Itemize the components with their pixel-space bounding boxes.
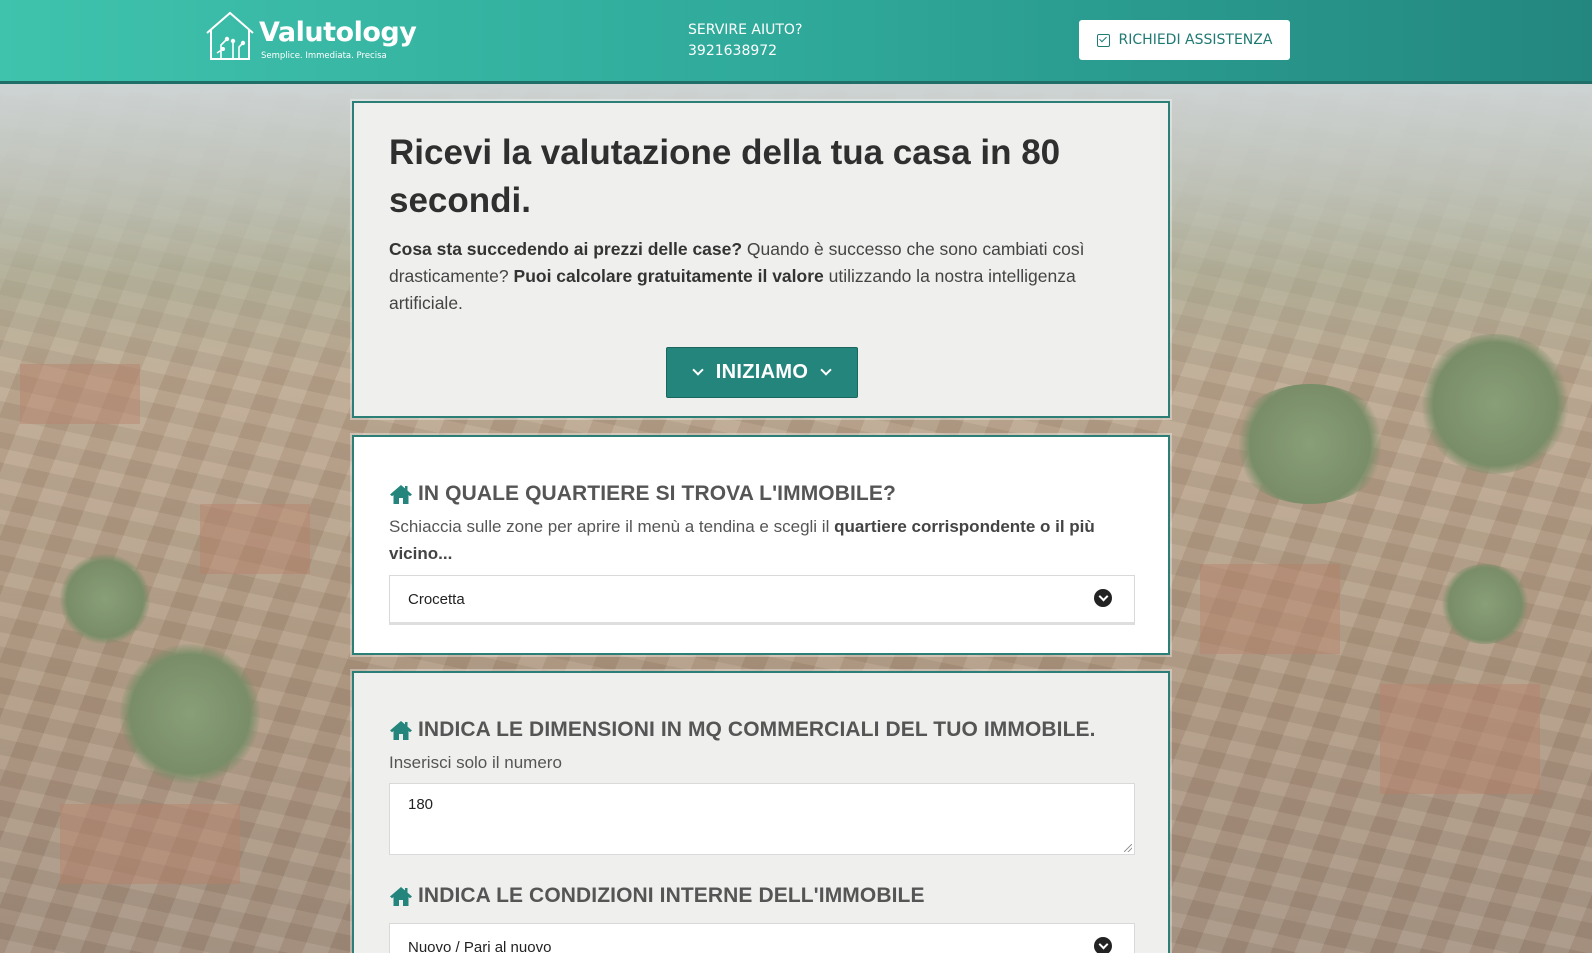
condition-selected-value: Nuovo / Pari al nuovo [408,938,552,953]
size-question: INDICA LE DIMENSIONI IN MQ COMMERCIALI D… [389,718,1096,742]
help-phone[interactable]: 3921638972 [688,41,802,62]
chevron-circle-down-icon [1094,937,1112,953]
home-icon [390,484,412,504]
house-circuit-icon [206,11,254,60]
size-input[interactable]: 180 [389,783,1135,855]
neighborhood-select[interactable]: Crocetta [389,575,1135,625]
neighborhood-selected-value: Crocetta [408,590,465,608]
logo-name: Valutology [259,17,417,48]
request-assistance-label: RICHIEDI ASSISTENZA [1118,32,1273,48]
condition-question: INDICA LE CONDIZIONI INTERNE DELL'IMMOBI… [389,884,925,908]
details-card: INDICA LE DIMENSIONI IN MQ COMMERCIALI D… [352,671,1170,953]
start-button[interactable]: INIZIAMO [666,347,858,398]
hero-card: Ricevi la valutazione della tua casa in … [352,101,1170,418]
hero-description: Cosa sta succedendo ai prezzi delle case… [389,236,1109,317]
start-button-label: INIZIAMO [715,361,809,383]
logo[interactable]: Valutology Semplice. Immediata. Precisa [203,9,417,63]
resize-handle-icon[interactable] [1124,844,1132,852]
help-block: SERVIRE AIUTO? 3921638972 [688,20,802,62]
page-title: Ricevi la valutazione della tua casa in … [389,133,1061,220]
chevron-circle-down-icon [1094,589,1112,607]
hero-text-bold-2: Puoi calcolare gratuitamente il valore [513,266,824,286]
neighborhood-question: IN QUALE QUARTIERE SI TROVA L'IMMOBILE? [389,482,896,506]
condition-select[interactable]: Nuovo / Pari al nuovo [389,923,1135,953]
neighborhood-title: IN QUALE QUARTIERE SI TROVA L'IMMOBILE? [418,482,896,505]
neighborhood-sub: Schiaccia sulle zone per aprire il menù … [389,517,835,536]
top-header: Valutology Semplice. Immediata. Precisa … [0,0,1592,84]
neighborhood-card: IN QUALE QUARTIERE SI TROVA L'IMMOBILE? … [352,435,1170,655]
size-title: INDICA LE DIMENSIONI IN MQ COMMERCIALI D… [418,718,1096,741]
home-icon [390,886,412,906]
logo-tagline: Semplice. Immediata. Precisa [261,51,387,61]
chevron-down-icon [692,364,704,376]
request-assistance-button[interactable]: RICHIEDI ASSISTENZA [1079,20,1290,60]
size-input-value: 180 [408,796,434,813]
help-label: SERVIRE AIUTO? [688,22,803,38]
condition-title: INDICA LE CONDIZIONI INTERNE DELL'IMMOBI… [418,884,925,907]
check-square-icon [1096,33,1110,47]
home-icon [390,720,412,740]
neighborhood-instructions: Schiaccia sulle zone per aprire il menù … [389,513,1119,567]
size-instructions: Inserisci solo il numero [389,753,562,772]
chevron-down-icon [820,364,832,376]
hero-text-bold-1: Cosa sta succedendo ai prezzi delle case… [389,239,743,259]
